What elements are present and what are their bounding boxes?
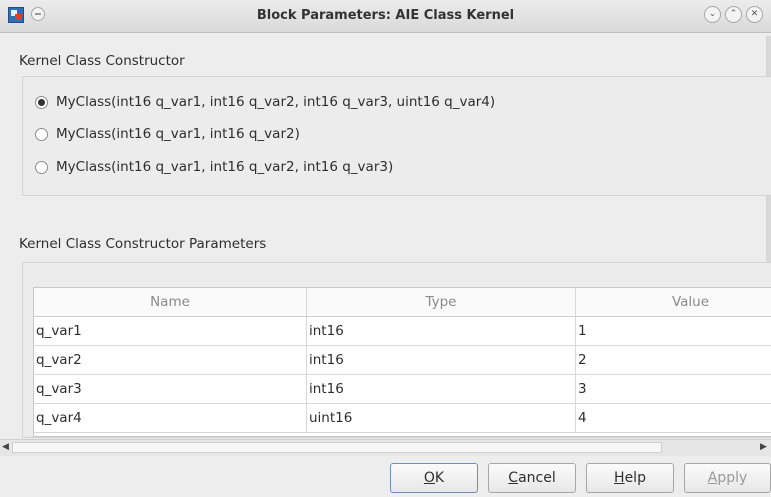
cell-value[interactable]: 3 bbox=[575, 374, 771, 404]
table-row[interactable]: q_var2 int16 2 bbox=[34, 345, 771, 375]
column-header-type[interactable]: Type bbox=[306, 288, 576, 317]
constructor-option-label: MyClass(int16 q_var1, int16 q_var2, int1… bbox=[56, 159, 394, 175]
cell-value[interactable]: 1 bbox=[575, 316, 771, 346]
horizontal-scrollbar[interactable]: ◀ ▶ bbox=[0, 439, 771, 456]
parameters-section-label: Kernel Class Constructor Parameters bbox=[19, 236, 267, 252]
cell-type[interactable]: int16 bbox=[306, 345, 576, 375]
apply-button[interactable]: Apply bbox=[684, 463, 771, 493]
cell-type[interactable]: int16 bbox=[306, 316, 576, 346]
close-button[interactable]: ✕ bbox=[746, 6, 763, 23]
ok-mnemonic: O bbox=[423, 470, 435, 486]
cell-value[interactable]: 4 bbox=[575, 403, 771, 433]
cancel-mnemonic: C bbox=[508, 470, 519, 486]
cancel-button[interactable]: Cancel bbox=[488, 463, 576, 493]
table-row[interactable]: q_var1 int16 1 bbox=[34, 316, 771, 346]
cell-name[interactable]: q_var4 bbox=[34, 403, 307, 433]
radio-button[interactable] bbox=[35, 160, 48, 174]
cancel-label: ancel bbox=[518, 470, 556, 486]
table-row[interactable]: q_var3 int16 3 bbox=[34, 374, 771, 404]
constructor-option-label: MyClass(int16 q_var1, int16 q_var2, int1… bbox=[56, 94, 496, 110]
help-label: elp bbox=[624, 470, 646, 486]
scroll-left-icon[interactable]: ◀ bbox=[2, 442, 9, 452]
maximize-button[interactable]: ⌃ bbox=[725, 6, 742, 23]
title-bar: Block Parameters: AIE Class Kernel ⌄ ⌃ ✕ bbox=[0, 0, 771, 33]
ok-button[interactable]: OK bbox=[390, 463, 478, 493]
minimize-button[interactable]: ⌄ bbox=[704, 6, 721, 23]
cell-name[interactable]: q_var2 bbox=[34, 345, 307, 375]
scroll-right-icon[interactable]: ▶ bbox=[760, 442, 767, 452]
radio-button[interactable] bbox=[35, 127, 48, 141]
constructor-section-label: Kernel Class Constructor bbox=[19, 53, 185, 69]
constructor-option-3[interactable]: MyClass(int16 q_var1, int16 q_var2, int1… bbox=[35, 157, 393, 177]
ok-label: K bbox=[434, 470, 445, 486]
scrollbar-thumb[interactable] bbox=[12, 442, 662, 453]
radio-button-selected[interactable] bbox=[35, 95, 48, 109]
apply-mnemonic: A bbox=[707, 470, 718, 486]
cell-name[interactable]: q_var1 bbox=[34, 316, 307, 346]
help-button[interactable]: Help bbox=[586, 463, 674, 493]
window-title: Block Parameters: AIE Class Kernel bbox=[256, 8, 515, 23]
parameters-table[interactable]: Name Type Value q_var1 int16 1 q_var2 in… bbox=[33, 287, 771, 437]
constructor-option-label: MyClass(int16 q_var1, int16 q_var2) bbox=[56, 126, 300, 142]
cell-name[interactable]: q_var3 bbox=[34, 374, 307, 404]
cell-type[interactable]: int16 bbox=[306, 374, 576, 404]
help-mnemonic: H bbox=[614, 470, 625, 486]
apply-label: pply bbox=[717, 470, 748, 486]
constructor-option-2[interactable]: MyClass(int16 q_var1, int16 q_var2) bbox=[35, 124, 300, 144]
column-header-value[interactable]: Value bbox=[575, 288, 771, 317]
cell-type[interactable]: uint16 bbox=[306, 403, 576, 433]
constructor-option-1[interactable]: MyClass(int16 q_var1, int16 q_var2, int1… bbox=[35, 92, 495, 112]
cell-value[interactable]: 2 bbox=[575, 345, 771, 375]
table-row[interactable]: q_var4 uint16 4 bbox=[34, 403, 771, 433]
column-header-name[interactable]: Name bbox=[34, 288, 307, 317]
